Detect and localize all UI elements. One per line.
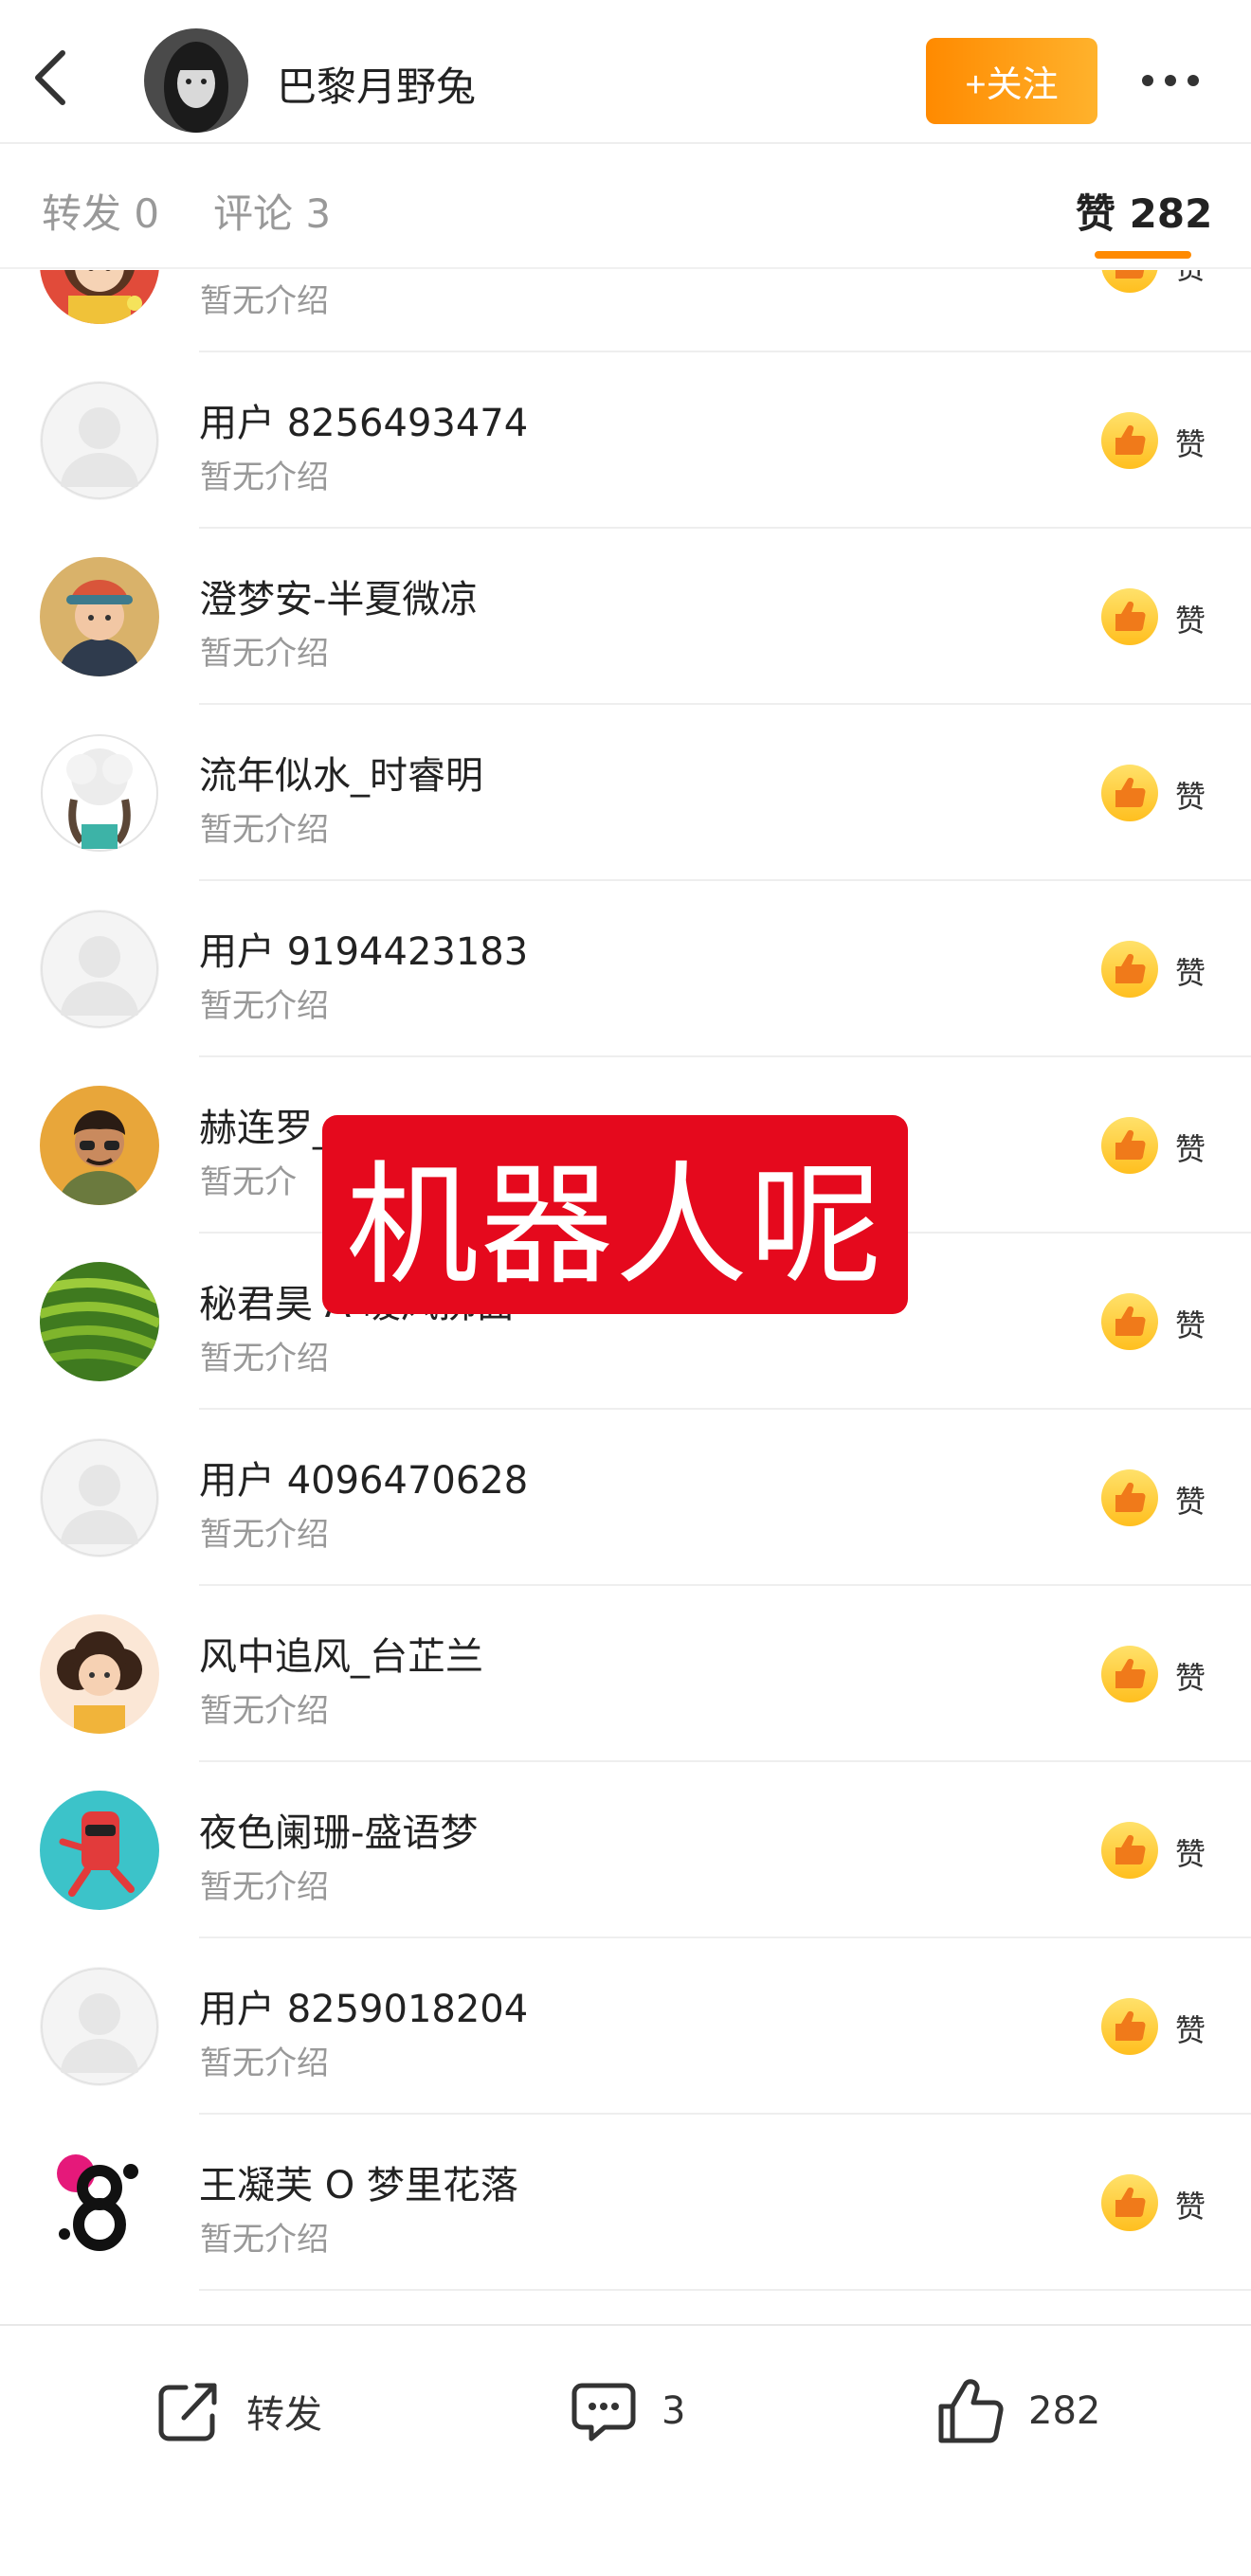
user-name[interactable]: 流年似水_时睿明 <box>199 745 483 800</box>
user-avatar[interactable] <box>40 1262 159 1381</box>
divider <box>199 2289 1251 2291</box>
user-name[interactable]: 熊忠文 201305 <box>199 270 469 271</box>
user-name[interactable]: 风中追风_台芷兰 <box>199 1626 483 1681</box>
thumbs-up-icon <box>1100 1645 1159 1703</box>
like-label: 赞 <box>1175 955 1206 991</box>
user-bio: 暂无介绍 <box>200 1692 329 1730</box>
like-label: 赞 <box>1175 1484 1206 1520</box>
active-tab-indicator <box>1095 251 1191 259</box>
thumbs-up-icon <box>1100 1997 1159 2056</box>
list-item[interactable]: 熊忠文 201305 暂无介绍 赞 <box>0 270 1251 352</box>
user-avatar[interactable] <box>40 2143 159 2262</box>
list-item[interactable]: 用户 8256493474 暂无介绍 赞 <box>0 352 1251 529</box>
like-label: 赞 <box>1175 1307 1206 1343</box>
tab-bar: 转发 0 评论 3 赞 282 <box>0 144 1251 269</box>
user-bio: 暂无介 <box>200 1163 297 1201</box>
list-item[interactable]: 用户 9194423183 暂无介绍 赞 <box>0 881 1251 1057</box>
user-bio: 暂无介绍 <box>200 2045 329 2082</box>
chevron-left-icon <box>35 50 65 105</box>
like-label: 赞 <box>1175 2189 1206 2225</box>
like-label: 赞 <box>1175 1836 1206 1872</box>
user-avatar[interactable] <box>40 557 159 676</box>
user-name[interactable]: 用户 8256493474 <box>199 392 528 447</box>
like-label: 赞 <box>1175 426 1206 462</box>
user-name[interactable]: 用户 9194423183 <box>199 921 528 976</box>
thumbs-up-icon <box>1100 1468 1159 1527</box>
user-bio: 暂无介绍 <box>200 1868 329 1906</box>
list-item[interactable]: 夜色阑珊-盛语梦暂无介绍 赞 <box>0 1762 1251 1938</box>
list-item[interactable]: 流年似水_时睿明暂无介绍 赞 <box>0 705 1251 881</box>
follow-button[interactable]: +关注 <box>926 38 1097 124</box>
user-bio: 暂无介绍 <box>200 987 329 1025</box>
tab-comment[interactable]: 评论 3 <box>213 182 331 240</box>
author-avatar[interactable] <box>144 28 248 133</box>
like-label: 赞 <box>1175 270 1206 288</box>
user-avatar[interactable] <box>40 1438 159 1558</box>
user-avatar[interactable] <box>40 1614 159 1734</box>
like-button[interactable]: 282 <box>934 2373 1100 2449</box>
like-label: 赞 <box>1175 1660 1206 1696</box>
overlay-caption: 机器人呢 <box>322 1115 908 1314</box>
thumbs-up-icon <box>1100 1292 1159 1351</box>
like-label: 赞 <box>1175 603 1206 639</box>
bottom-action-bar: 转发 3 282 <box>0 2324 1251 2576</box>
dot-icon <box>1188 75 1199 86</box>
list-item[interactable]: 王凝芙 O 梦里花落暂无介绍 赞 <box>0 2115 1251 2291</box>
thumbs-up-icon <box>1100 411 1159 470</box>
tab-repost[interactable]: 转发 0 <box>42 182 159 240</box>
user-bio: 暂无介绍 <box>200 635 329 673</box>
like-label: 赞 <box>1175 1131 1206 1167</box>
user-bio: 暂无介绍 <box>200 282 329 320</box>
user-name[interactable]: 王凝芙 O 梦里花落 <box>199 2154 518 2209</box>
repost-label: 转发 <box>246 2393 322 2437</box>
list-item[interactable]: 澄梦安-半夏微凉暂无介绍 赞 <box>0 529 1251 705</box>
thumbs-up-icon <box>1100 1116 1159 1175</box>
thumbs-up-icon <box>1100 2173 1159 2232</box>
comment-icon <box>571 2383 636 2441</box>
list-item[interactable]: 风中追风_台芷兰暂无介绍 赞 <box>0 1586 1251 1762</box>
thumbs-up-icon <box>1100 940 1159 999</box>
user-name[interactable]: 赫连罗_ <box>199 1097 332 1152</box>
user-name[interactable]: 澄梦安-半夏微凉 <box>199 568 478 623</box>
like-label: 赞 <box>1175 2012 1206 2048</box>
dot-icon <box>1142 75 1153 86</box>
comment-button[interactable]: 3 <box>567 2373 685 2449</box>
top-bar: 巴黎月野兔 +关注 <box>0 0 1251 144</box>
user-bio: 暂无介绍 <box>200 2221 329 2259</box>
share-icon <box>158 2383 217 2441</box>
thumbs-up-icon <box>1100 587 1159 646</box>
more-options-button[interactable] <box>1142 66 1208 95</box>
list-item[interactable]: 用户 8259018204 暂无介绍 赞 <box>0 1938 1251 2115</box>
author-name[interactable]: 巴黎月野兔 <box>277 55 476 113</box>
back-button[interactable] <box>25 44 82 112</box>
user-name[interactable]: 夜色阑珊-盛语梦 <box>199 1802 478 1857</box>
user-bio: 暂无介绍 <box>200 1340 329 1378</box>
user-name[interactable]: 用户 4096470628 <box>199 1450 528 1504</box>
user-bio: 暂无介绍 <box>200 1516 329 1554</box>
thumbs-up-icon <box>1100 1821 1159 1880</box>
user-avatar[interactable] <box>40 910 159 1029</box>
thumbs-up-icon <box>1100 270 1159 294</box>
repost-button[interactable]: 转发 <box>152 2373 322 2449</box>
user-avatar[interactable] <box>40 381 159 500</box>
comment-count: 3 <box>662 2389 686 2433</box>
dot-icon <box>1165 75 1176 86</box>
like-label: 赞 <box>1175 779 1206 815</box>
user-avatar[interactable] <box>40 733 159 853</box>
user-avatar[interactable] <box>40 1086 159 1205</box>
user-avatar[interactable] <box>40 1791 159 1910</box>
user-name[interactable]: 用户 8259018204 <box>199 1978 528 2033</box>
user-avatar[interactable] <box>40 270 159 324</box>
list-item[interactable]: 用户 4096470628 暂无介绍 赞 <box>0 1410 1251 1586</box>
like-count: 282 <box>1028 2389 1101 2433</box>
user-bio: 暂无介绍 <box>200 811 329 849</box>
thumbs-up-icon <box>938 2379 1004 2443</box>
thumbs-up-icon <box>1100 764 1159 822</box>
user-bio: 暂无介绍 <box>200 459 329 496</box>
user-avatar[interactable] <box>40 1967 159 2086</box>
tab-like[interactable]: 赞 282 <box>1076 182 1212 240</box>
